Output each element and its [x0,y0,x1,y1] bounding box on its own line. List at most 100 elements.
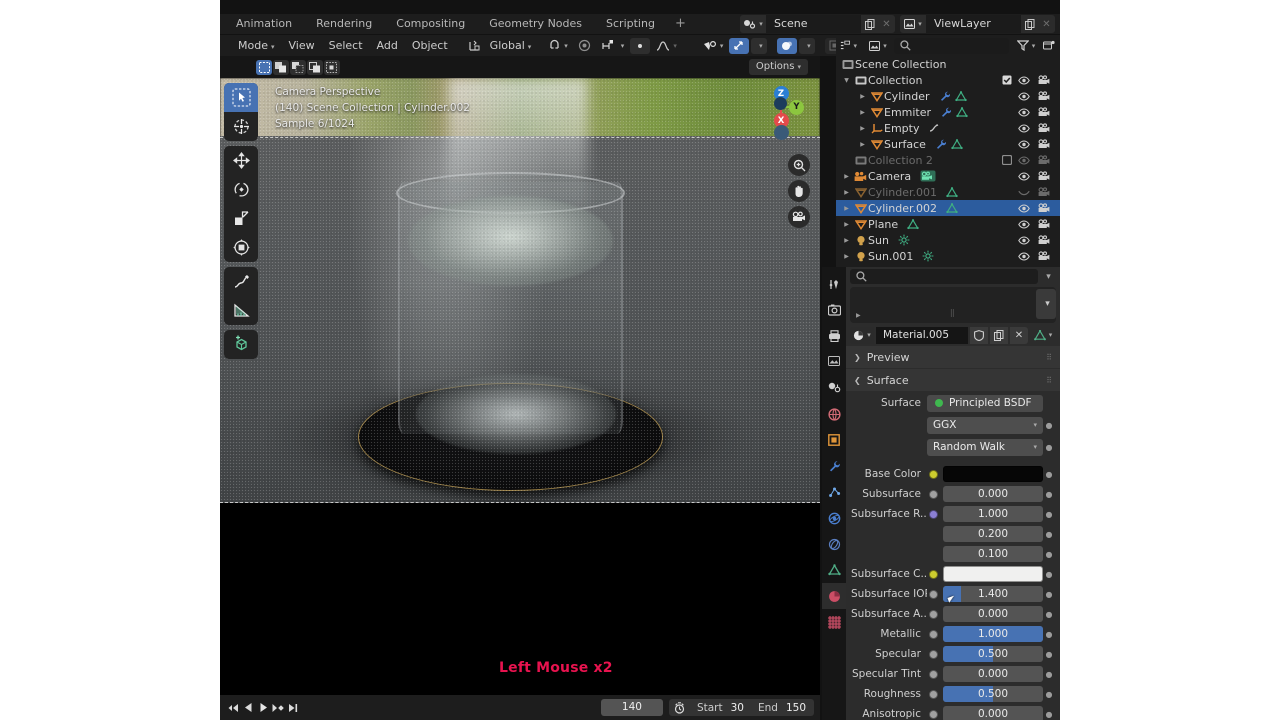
slot-grip-icon[interactable]: ⣿ [950,309,956,317]
disable-in-render-icon[interactable] [1038,75,1050,85]
value-slider[interactable]: 0.000 [943,666,1043,682]
xray-dropdown[interactable]: ▾ [799,37,816,54]
hide-in-viewport-icon[interactable] [1018,139,1030,149]
snap-magnet-icon[interactable]: ▾ [544,38,572,54]
color-swatch[interactable] [943,466,1043,482]
navigation-gizmo[interactable]: Z Y X [758,84,804,140]
outliner-display-mode[interactable]: ▾ [867,40,889,51]
jump-to-start-button[interactable] [226,699,241,716]
collection-checkbox[interactable] [1002,75,1012,85]
pan-hand-icon[interactable] [788,180,810,202]
play-button[interactable] [256,699,271,716]
hide-in-viewport-icon[interactable] [1018,235,1030,245]
disable-in-render-icon[interactable] [1038,235,1050,245]
animate-property-dot[interactable]: ● [1043,630,1055,639]
value-slider[interactable]: 1.000 [943,626,1043,642]
disclosure-triangle[interactable]: ▶ [840,237,853,244]
distribution-dropdown[interactable]: GGX ▾ [927,416,1043,434]
surface-panel-header[interactable]: ❮ Surface ⠿ [846,369,1060,391]
new-collection-icon[interactable] [1038,40,1060,51]
value-slider[interactable]: 0.000 [943,606,1043,622]
disable-in-render-icon[interactable] [1038,123,1050,133]
select-mode-subtract[interactable] [290,59,306,75]
particles-tab-icon[interactable] [822,479,846,505]
value-slider[interactable]: 0.500 [943,686,1043,702]
material-browse-icon[interactable]: ▾ [850,326,874,344]
properties-options-chevron[interactable]: ▾ [1038,272,1056,282]
outliner-row-collection-2[interactable]: Collection 2 [836,152,1060,168]
animate-property-dot[interactable]: ● [1043,690,1055,699]
editor-type-button[interactable] [224,35,231,56]
disable-in-render-icon[interactable] [1038,187,1050,197]
select-mode-extend[interactable] [273,59,289,75]
proportional-editing-toggle[interactable] [630,37,651,54]
value-slider[interactable]: 0.500 [943,646,1043,662]
input-socket[interactable] [927,649,943,659]
add-menu[interactable]: Add [370,35,405,56]
mesh-data-icon[interactable] [956,106,968,118]
viewlayer-tab-icon[interactable] [822,349,846,375]
input-socket[interactable] [927,589,943,599]
camera-view-icon[interactable] [788,206,810,228]
hide-in-viewport-icon[interactable] [1018,219,1030,229]
workspace-tab-animation[interactable]: Animation [224,14,304,34]
cursor-tool[interactable] [224,112,258,141]
outliner-row-cylinder-001[interactable]: ▶ Cylinder.001 [836,184,1060,200]
data-tab-icon[interactable] [822,557,846,583]
subsurface-method-dropdown[interactable]: Random Walk ▾ [927,438,1043,456]
light-data-icon[interactable] [922,250,934,262]
select-mode-intersect[interactable] [324,59,340,75]
surface-node-button[interactable]: Principled BSDF [927,394,1043,412]
scene-tab-icon[interactable] [822,375,846,401]
light-data-icon[interactable] [898,234,910,246]
hide-in-viewport-icon[interactable] [1018,188,1030,197]
tool-tab-icon[interactable] [822,271,846,297]
new-material-button[interactable] [990,326,1008,344]
workspace-tab-compositing[interactable]: Compositing [384,14,477,34]
outliner-editor-type-icon[interactable]: ▾ [840,40,857,51]
properties-search-input[interactable] [850,269,1038,284]
material-tab-icon[interactable] [822,583,846,609]
value-slider[interactable]: 0.100 [943,546,1043,562]
workspace-tab-rendering[interactable]: Rendering [304,14,384,34]
modifier-tab-icon[interactable] [822,453,846,479]
disable-in-render-icon[interactable] [1038,91,1050,101]
constraint-icon[interactable] [928,123,940,134]
outliner-row-sun-001[interactable]: ▶ Sun.001 [836,248,1060,264]
overlays-toggle[interactable] [729,37,750,54]
add-workspace-button[interactable]: + [667,14,694,34]
mesh-data-icon[interactable] [907,218,919,230]
material-slot-menu-button[interactable]: ▾ [1036,289,1056,319]
select-mode-invert[interactable] [307,59,323,75]
gizmo-axis-neg-z[interactable] [773,97,787,110]
mode-dropdown[interactable]: Mode ▾ [231,35,282,56]
disclosure-triangle[interactable]: ▶ [840,205,853,212]
outliner-row-collection[interactable]: ▼ Collection [836,72,1060,88]
transform-orientation-dropdown[interactable]: Global ▾ [486,35,536,56]
viewlayer-selector[interactable]: ▾ ViewLayer ✕ [900,15,1055,33]
disable-in-render-icon[interactable] [1038,155,1050,165]
hide-in-viewport-icon[interactable] [1018,91,1030,101]
start-frame-value[interactable]: 30 [729,702,752,714]
object-tab-icon[interactable] [822,427,846,453]
annotate-tool[interactable] [224,267,258,296]
modifier-icon[interactable] [935,139,947,150]
modifier-icon[interactable] [939,91,951,102]
scene-name-field[interactable]: Scene [766,15,861,33]
outliner-search-input[interactable] [894,37,1009,54]
scene-icon[interactable]: ▾ [740,15,766,33]
value-slider[interactable]: 0.000 [943,486,1043,502]
gizmo-axis-y[interactable]: Y [789,99,804,115]
falloff-curve-icon[interactable]: ▾ [652,38,681,54]
animate-property-dot[interactable]: ● [1043,550,1055,559]
input-socket[interactable] [927,569,943,579]
hide-in-viewport-icon[interactable] [1018,75,1030,85]
hide-in-viewport-icon[interactable] [1018,123,1030,133]
disclosure-triangle[interactable]: ▼ [840,77,853,84]
animate-property-dot[interactable]: ● [1043,490,1055,499]
material-name-field[interactable]: Material.005 [876,326,968,344]
workspace-tab-geometry-nodes[interactable]: Geometry Nodes [477,14,594,34]
disclosure-triangle[interactable]: ▶ [856,141,869,148]
jump-to-end-button[interactable] [286,699,301,716]
animate-property-dot[interactable]: ● [1043,421,1055,430]
